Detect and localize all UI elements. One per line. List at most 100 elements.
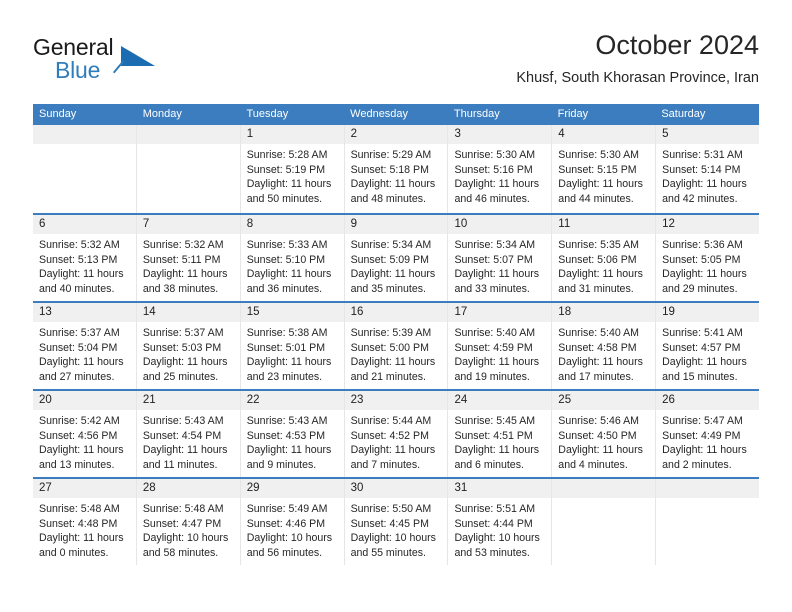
day-cell-empty: [552, 479, 657, 565]
daylight-text-line2: and 33 minutes.: [454, 282, 530, 295]
daylight-text-line1: Daylight: 11 hours: [39, 532, 124, 545]
day-cell[interactable]: 20 Sunrise: 5:42 AM Sunset: 4:56 PM Dayligh…: [33, 391, 137, 477]
day-cell-empty: [136, 125, 241, 213]
day-info: Sunrise: 5:30 AM Sunset: 5:15 PM Daylight:…: [552, 144, 655, 206]
day-cell[interactable]: 31 Sunrise: 5:51 AM Sunset: 4:44 PM Dayligh…: [448, 479, 553, 565]
day-number: 21: [136, 391, 240, 410]
day-cell[interactable]: 25 Sunrise: 5:46 AM Sunset: 4:50 PM Dayligh…: [552, 391, 657, 477]
day-cell[interactable]: 13 Sunrise: 5:37 AM Sunset: 5:04 PM Dayligh…: [33, 303, 137, 389]
day-cell[interactable]: 4 Sunrise: 5:30 AM Sunset: 5:15 PM Daylight…: [552, 125, 657, 213]
sunrise-text: Sunrise: 5:48 AM: [39, 503, 120, 515]
day-cell[interactable]: 1 Sunrise: 5:28 AM Sunset: 5:19 PM Daylight…: [240, 125, 345, 213]
day-cell[interactable]: 21 Sunrise: 5:43 AM Sunset: 4:54 PM Dayligh…: [136, 391, 241, 477]
day-cell[interactable]: 18 Sunrise: 5:40 AM Sunset: 4:58 PM Dayligh…: [552, 303, 657, 389]
day-info: Sunrise: 5:33 AM Sunset: 5:10 PM Daylight:…: [241, 234, 344, 296]
day-info: Sunrise: 5:30 AM Sunset: 5:16 PM Daylight:…: [448, 144, 551, 206]
day-cell[interactable]: 11 Sunrise: 5:35 AM Sunset: 5:06 PM Dayligh…: [552, 215, 657, 301]
day-cell[interactable]: 2 Sunrise: 5:29 AM Sunset: 5:18 PM Daylight…: [344, 125, 449, 213]
day-info: Sunrise: 5:44 AM Sunset: 4:52 PM Daylight:…: [345, 410, 448, 472]
daylight-text-line1: Daylight: 11 hours: [454, 444, 540, 457]
day-number: 22: [240, 391, 344, 410]
day-cell[interactable]: 23 Sunrise: 5:44 AM Sunset: 4:52 PM Dayligh…: [344, 391, 449, 477]
weekday-header-friday: Friday: [557, 108, 589, 120]
sunset-text: Sunset: 5:00 PM: [350, 341, 429, 354]
logo-slash-icon: [112, 60, 125, 74]
daylight-text-line2: and 56 minutes.: [246, 546, 323, 559]
daylight-text-line1: Daylight: 11 hours: [142, 444, 228, 457]
daylight-text-line2: and 19 minutes.: [454, 370, 530, 383]
sunset-text: Sunset: 5:07 PM: [454, 253, 533, 266]
day-cell[interactable]: 5 Sunrise: 5:31 AM Sunset: 5:14 PM Daylight…: [656, 125, 760, 213]
day-info: Sunrise: 5:41 AM Sunset: 4:57 PM Daylight:…: [656, 322, 759, 384]
sunset-text: Sunset: 4:51 PM: [454, 429, 533, 442]
day-cell[interactable]: 22 Sunrise: 5:43 AM Sunset: 4:53 PM Dayligh…: [240, 391, 345, 477]
page-subtitle: Khusf, South Khorasan Province, Iran: [516, 70, 759, 86]
day-cell[interactable]: 16 Sunrise: 5:39 AM Sunset: 5:00 PM Dayligh…: [344, 303, 449, 389]
sunset-text: Sunset: 4:58 PM: [558, 341, 637, 354]
day-number: [33, 125, 136, 144]
daylight-text-line2: and 15 minutes.: [662, 370, 738, 383]
sunrise-text: Sunrise: 5:40 AM: [454, 327, 536, 339]
sunrise-text: Sunrise: 5:29 AM: [350, 149, 432, 161]
daylight-text-line2: and 48 minutes.: [350, 192, 426, 205]
sunrise-text: Sunrise: 5:44 AM: [350, 415, 432, 427]
daylight-text-line1: Daylight: 11 hours: [246, 268, 332, 281]
day-cell[interactable]: 10 Sunrise: 5:34 AM Sunset: 5:07 PM Dayligh…: [448, 215, 553, 301]
day-info: Sunrise: 5:46 AM Sunset: 4:50 PM Daylight:…: [552, 410, 655, 472]
day-number: 14: [136, 303, 240, 322]
sunset-text: Sunset: 5:09 PM: [350, 253, 429, 266]
day-cell[interactable]: 7 Sunrise: 5:32 AM Sunset: 5:11 PM Daylight…: [136, 215, 241, 301]
day-cell[interactable]: 28 Sunrise: 5:48 AM Sunset: 4:47 PM Dayligh…: [136, 479, 241, 565]
daylight-text-line2: and 4 minutes.: [558, 458, 628, 471]
day-cell[interactable]: 15 Sunrise: 5:38 AM Sunset: 5:01 PM Dayligh…: [240, 303, 345, 389]
day-info: Sunrise: 5:38 AM Sunset: 5:01 PM Daylight:…: [241, 322, 344, 384]
sunset-text: Sunset: 4:45 PM: [350, 517, 429, 530]
day-cell[interactable]: 19 Sunrise: 5:41 AM Sunset: 4:57 PM Dayligh…: [656, 303, 760, 389]
day-number: 3: [448, 125, 552, 144]
day-cell[interactable]: 24 Sunrise: 5:45 AM Sunset: 4:51 PM Dayligh…: [448, 391, 553, 477]
day-number: 26: [656, 391, 760, 410]
day-cell[interactable]: 30 Sunrise: 5:50 AM Sunset: 4:45 PM Dayligh…: [344, 479, 449, 565]
daylight-text-line2: and 46 minutes.: [454, 192, 530, 205]
day-number: 1: [240, 125, 344, 144]
logo-text-blue: Blue: [55, 57, 101, 83]
sunrise-text: Sunrise: 5:37 AM: [39, 327, 120, 339]
daylight-text-line2: and 2 minutes.: [662, 458, 732, 471]
day-info: Sunrise: 5:51 AM Sunset: 4:44 PM Daylight:…: [448, 498, 551, 560]
day-info: Sunrise: 5:43 AM Sunset: 4:54 PM Daylight:…: [137, 410, 240, 472]
day-number: 24: [448, 391, 552, 410]
day-cell[interactable]: 17 Sunrise: 5:40 AM Sunset: 4:59 PM Dayligh…: [448, 303, 553, 389]
day-cell[interactable]: 3 Sunrise: 5:30 AM Sunset: 5:16 PM Daylight…: [448, 125, 553, 213]
daylight-text-line2: and 38 minutes.: [142, 282, 219, 295]
day-info: Sunrise: 5:48 AM Sunset: 4:48 PM Daylight:…: [33, 498, 136, 560]
day-cell[interactable]: 9 Sunrise: 5:34 AM Sunset: 5:09 PM Daylight…: [344, 215, 449, 301]
day-number: 9: [344, 215, 448, 234]
day-cell[interactable]: 12 Sunrise: 5:36 AM Sunset: 5:05 PM Dayligh…: [656, 215, 760, 301]
day-number: 12: [656, 215, 760, 234]
daylight-text-line2: and 50 minutes.: [246, 192, 323, 205]
day-number: 7: [136, 215, 240, 234]
weekday-header-wednesday: Wednesday: [350, 108, 409, 120]
day-number: 19: [656, 303, 760, 322]
day-cell[interactable]: 6 Sunrise: 5:32 AM Sunset: 5:13 PM Daylight…: [33, 215, 137, 301]
daylight-text-line1: Daylight: 11 hours: [662, 356, 747, 369]
sunrise-text: Sunrise: 5:36 AM: [662, 239, 743, 251]
day-cell[interactable]: 27 Sunrise: 5:48 AM Sunset: 4:48 PM Dayligh…: [33, 479, 137, 565]
daylight-text-line1: Daylight: 11 hours: [142, 356, 228, 369]
daylight-text-line1: Daylight: 11 hours: [662, 178, 747, 191]
daylight-text-line1: Daylight: 11 hours: [350, 178, 436, 191]
sunset-text: Sunset: 4:49 PM: [662, 429, 741, 442]
sunrise-text: Sunrise: 5:33 AM: [246, 239, 328, 251]
day-cell[interactable]: 29 Sunrise: 5:49 AM Sunset: 4:46 PM Dayligh…: [240, 479, 345, 565]
daylight-text-line1: Daylight: 11 hours: [558, 444, 643, 457]
sunrise-text: Sunrise: 5:30 AM: [454, 149, 536, 161]
sunset-text: Sunset: 5:16 PM: [454, 163, 533, 176]
day-info: Sunrise: 5:35 AM Sunset: 5:06 PM Daylight:…: [552, 234, 655, 296]
day-info: Sunrise: 5:37 AM Sunset: 5:03 PM Daylight:…: [137, 322, 240, 384]
calendar-page: General Blue October 2024 Khusf, South K…: [0, 0, 792, 612]
day-cell[interactable]: 26 Sunrise: 5:47 AM Sunset: 4:49 PM Dayligh…: [656, 391, 760, 477]
day-cell[interactable]: 8 Sunrise: 5:33 AM Sunset: 5:10 PM Daylight…: [240, 215, 345, 301]
sunset-text: Sunset: 5:18 PM: [350, 163, 429, 176]
day-cell[interactable]: 14 Sunrise: 5:37 AM Sunset: 5:03 PM Dayligh…: [136, 303, 241, 389]
weekday-header-row: Sunday Monday Tuesday Wednesday Thursday Frid…: [33, 104, 759, 125]
